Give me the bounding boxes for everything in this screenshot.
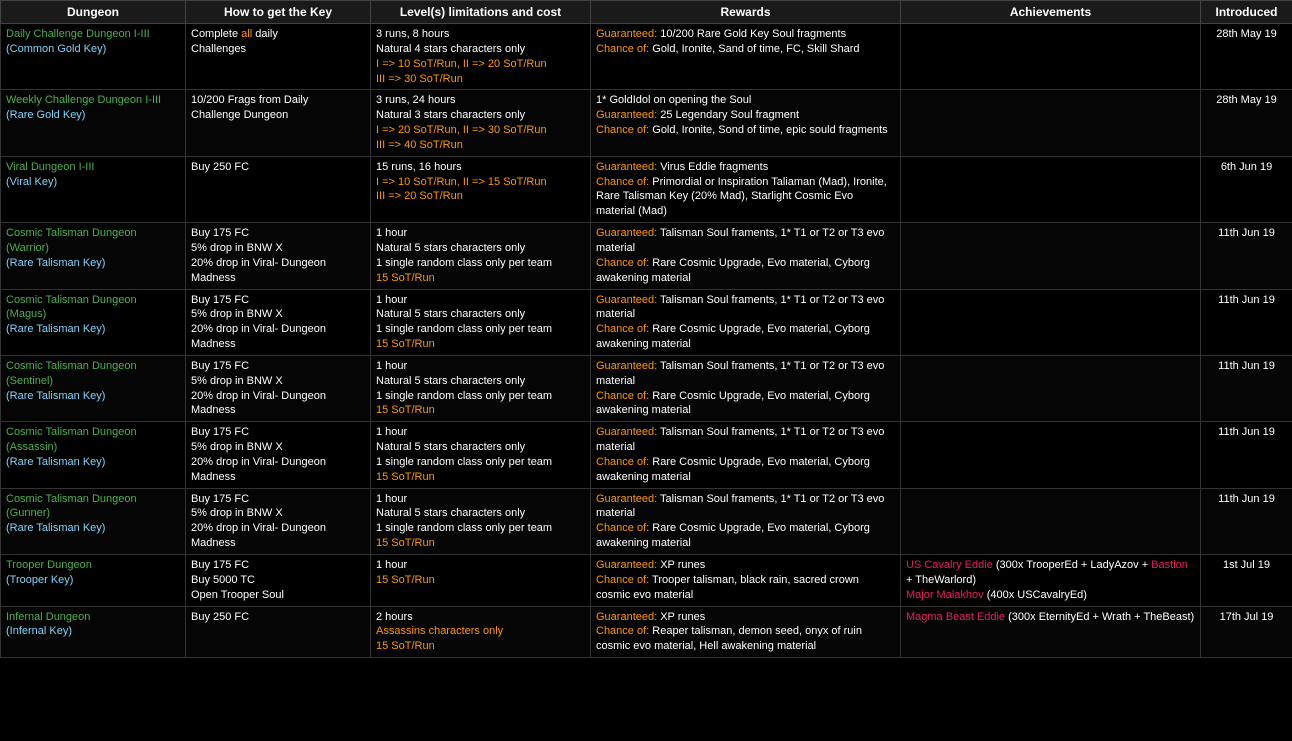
dungeon-cell: Cosmic Talisman Dungeon (Gunner)(Rare Ta… (1, 488, 186, 554)
level-cell: 1 hourNatural 5 stars characters only1 s… (371, 289, 591, 355)
dungeon-name: Cosmic Talisman Dungeon (Assassin) (6, 425, 180, 455)
achievements-cell (901, 488, 1201, 554)
key-name-label: (Rare Talisman Key) (6, 521, 180, 536)
dungeon-cell: Trooper Dungeon(Trooper Key) (1, 555, 186, 607)
dungeon-name: Viral Dungeon I-III (6, 160, 180, 175)
header-level: Level(s) limitations and cost (371, 1, 591, 24)
dungeon-name: Trooper Dungeon (6, 558, 180, 573)
rewards-cell: Guaranteed: XP runesChance of: Reaper ta… (591, 606, 901, 658)
dungeon-cell: Cosmic Talisman Dungeon (Assassin)(Rare … (1, 422, 186, 488)
level-cell: 3 runs, 8 hoursNatural 4 stars character… (371, 24, 591, 90)
introduced-cell: 17th Jul 19 (1201, 606, 1292, 658)
table-row: Cosmic Talisman Dungeon (Magus)(Rare Tal… (1, 289, 1292, 355)
key-how-cell: Buy 250 FC (186, 606, 371, 658)
key-name-label: (Rare Talisman Key) (6, 322, 180, 337)
rewards-cell: Guaranteed: Talisman Soul framents, 1* T… (591, 355, 901, 421)
table-row: Cosmic Talisman Dungeon (Gunner)(Rare Ta… (1, 488, 1292, 554)
level-cell: 1 hourNatural 5 stars characters only1 s… (371, 422, 591, 488)
achievements-cell: Magma Beast Eddie (300x EternityEd + Wra… (901, 606, 1201, 658)
header-rewards: Rewards (591, 1, 901, 24)
table-row: Cosmic Talisman Dungeon (Sentinel)(Rare … (1, 355, 1292, 421)
level-cell: 2 hoursAssassins characters only15 SoT/R… (371, 606, 591, 658)
dungeon-cell: Infernal Dungeon(Infernal Key) (1, 606, 186, 658)
introduced-cell: 28th May 19 (1201, 24, 1292, 90)
dungeon-cell: Daily Challenge Dungeon I-III(Common Gol… (1, 24, 186, 90)
rewards-cell: Guaranteed: Talisman Soul framents, 1* T… (591, 422, 901, 488)
dungeon-name: Cosmic Talisman Dungeon (Sentinel) (6, 359, 180, 389)
header-introduced: Introduced (1201, 1, 1292, 24)
key-name-label: (Rare Talisman Key) (6, 256, 180, 271)
dungeon-cell: Cosmic Talisman Dungeon (Sentinel)(Rare … (1, 355, 186, 421)
level-cell: 1 hourNatural 5 stars characters only1 s… (371, 223, 591, 289)
achievements-cell (901, 156, 1201, 222)
table-row: Weekly Challenge Dungeon I-III(Rare Gold… (1, 90, 1292, 156)
level-cell: 1 hourNatural 5 stars characters only1 s… (371, 488, 591, 554)
key-how-cell: Buy 175 FC5% drop in BNW X20% drop in Vi… (186, 223, 371, 289)
dungeon-name: Infernal Dungeon (6, 610, 180, 625)
introduced-cell: 28th May 19 (1201, 90, 1292, 156)
introduced-cell: 11th Jun 19 (1201, 289, 1292, 355)
dungeon-cell: Viral Dungeon I-III(Viral Key) (1, 156, 186, 222)
key-how-cell: Complete all dailyChallenges (186, 24, 371, 90)
table-row: Trooper Dungeon(Trooper Key)Buy 175 FCBu… (1, 555, 1292, 607)
key-name-label: (Infernal Key) (6, 624, 180, 639)
table-row: Viral Dungeon I-III(Viral Key)Buy 250 FC… (1, 156, 1292, 222)
achievements-cell (901, 422, 1201, 488)
key-how-cell: Buy 175 FC5% drop in BNW X20% drop in Vi… (186, 289, 371, 355)
table-row: Cosmic Talisman Dungeon (Warrior)(Rare T… (1, 223, 1292, 289)
key-name-label: (Rare Talisman Key) (6, 455, 180, 470)
key-how-cell: Buy 250 FC (186, 156, 371, 222)
key-how-cell: Buy 175 FC5% drop in BNW X20% drop in Vi… (186, 355, 371, 421)
rewards-cell: Guaranteed: 10/200 Rare Gold Key Soul fr… (591, 24, 901, 90)
header-key: How to get the Key (186, 1, 371, 24)
achievements-cell: US Cavalry Eddie (300x TrooperEd + LadyA… (901, 555, 1201, 607)
rewards-cell: Guaranteed: Talisman Soul framents, 1* T… (591, 289, 901, 355)
introduced-cell: 11th Jun 19 (1201, 422, 1292, 488)
achievements-cell (901, 223, 1201, 289)
header-row: Dungeon How to get the Key Level(s) limi… (1, 1, 1292, 24)
dungeon-name: Cosmic Talisman Dungeon (Gunner) (6, 492, 180, 522)
achievements-cell (901, 355, 1201, 421)
key-name-label: (Rare Gold Key) (6, 108, 180, 123)
rewards-cell: 1* GoldIdol on opening the SoulGuarantee… (591, 90, 901, 156)
table-row: Daily Challenge Dungeon I-III(Common Gol… (1, 24, 1292, 90)
achievements-cell (901, 289, 1201, 355)
introduced-cell: 1st Jul 19 (1201, 555, 1292, 607)
level-cell: 1 hourNatural 5 stars characters only1 s… (371, 355, 591, 421)
key-name-label: (Trooper Key) (6, 573, 180, 588)
dungeon-name: Weekly Challenge Dungeon I-III (6, 93, 180, 108)
dungeon-cell: Cosmic Talisman Dungeon (Magus)(Rare Tal… (1, 289, 186, 355)
rewards-cell: Guaranteed: Talisman Soul framents, 1* T… (591, 488, 901, 554)
dungeon-cell: Weekly Challenge Dungeon I-III(Rare Gold… (1, 90, 186, 156)
rewards-cell: Guaranteed: Talisman Soul framents, 1* T… (591, 223, 901, 289)
key-how-cell: 10/200 Frags from DailyChallenge Dungeon (186, 90, 371, 156)
level-cell: 3 runs, 24 hoursNatural 3 stars characte… (371, 90, 591, 156)
dungeon-name: Cosmic Talisman Dungeon (Magus) (6, 293, 180, 323)
key-how-cell: Buy 175 FC5% drop in BNW X20% drop in Vi… (186, 488, 371, 554)
header-dungeon: Dungeon (1, 1, 186, 24)
dungeon-cell: Cosmic Talisman Dungeon (Warrior)(Rare T… (1, 223, 186, 289)
dungeon-name: Daily Challenge Dungeon I-III (6, 27, 180, 42)
level-cell: 15 runs, 16 hoursI => 10 SoT/Run, II => … (371, 156, 591, 222)
rewards-cell: Guaranteed: XP runesChance of: Trooper t… (591, 555, 901, 607)
achievements-cell (901, 90, 1201, 156)
introduced-cell: 11th Jun 19 (1201, 355, 1292, 421)
table-row: Infernal Dungeon(Infernal Key)Buy 250 FC… (1, 606, 1292, 658)
key-name-label: (Common Gold Key) (6, 42, 180, 57)
header-achievements: Achievements (901, 1, 1201, 24)
introduced-cell: 6th Jun 19 (1201, 156, 1292, 222)
dungeon-name: Cosmic Talisman Dungeon (Warrior) (6, 226, 180, 256)
key-how-cell: Buy 175 FCBuy 5000 TCOpen Trooper Soul (186, 555, 371, 607)
rewards-cell: Guaranteed: Virus Eddie fragmentsChance … (591, 156, 901, 222)
key-how-cell: Buy 175 FC5% drop in BNW X20% drop in Vi… (186, 422, 371, 488)
achievements-cell (901, 24, 1201, 90)
level-cell: 1 hour15 SoT/Run (371, 555, 591, 607)
key-name-label: (Viral Key) (6, 175, 180, 190)
table-row: Cosmic Talisman Dungeon (Assassin)(Rare … (1, 422, 1292, 488)
introduced-cell: 11th Jun 19 (1201, 488, 1292, 554)
key-name-label: (Rare Talisman Key) (6, 389, 180, 404)
introduced-cell: 11th Jun 19 (1201, 223, 1292, 289)
